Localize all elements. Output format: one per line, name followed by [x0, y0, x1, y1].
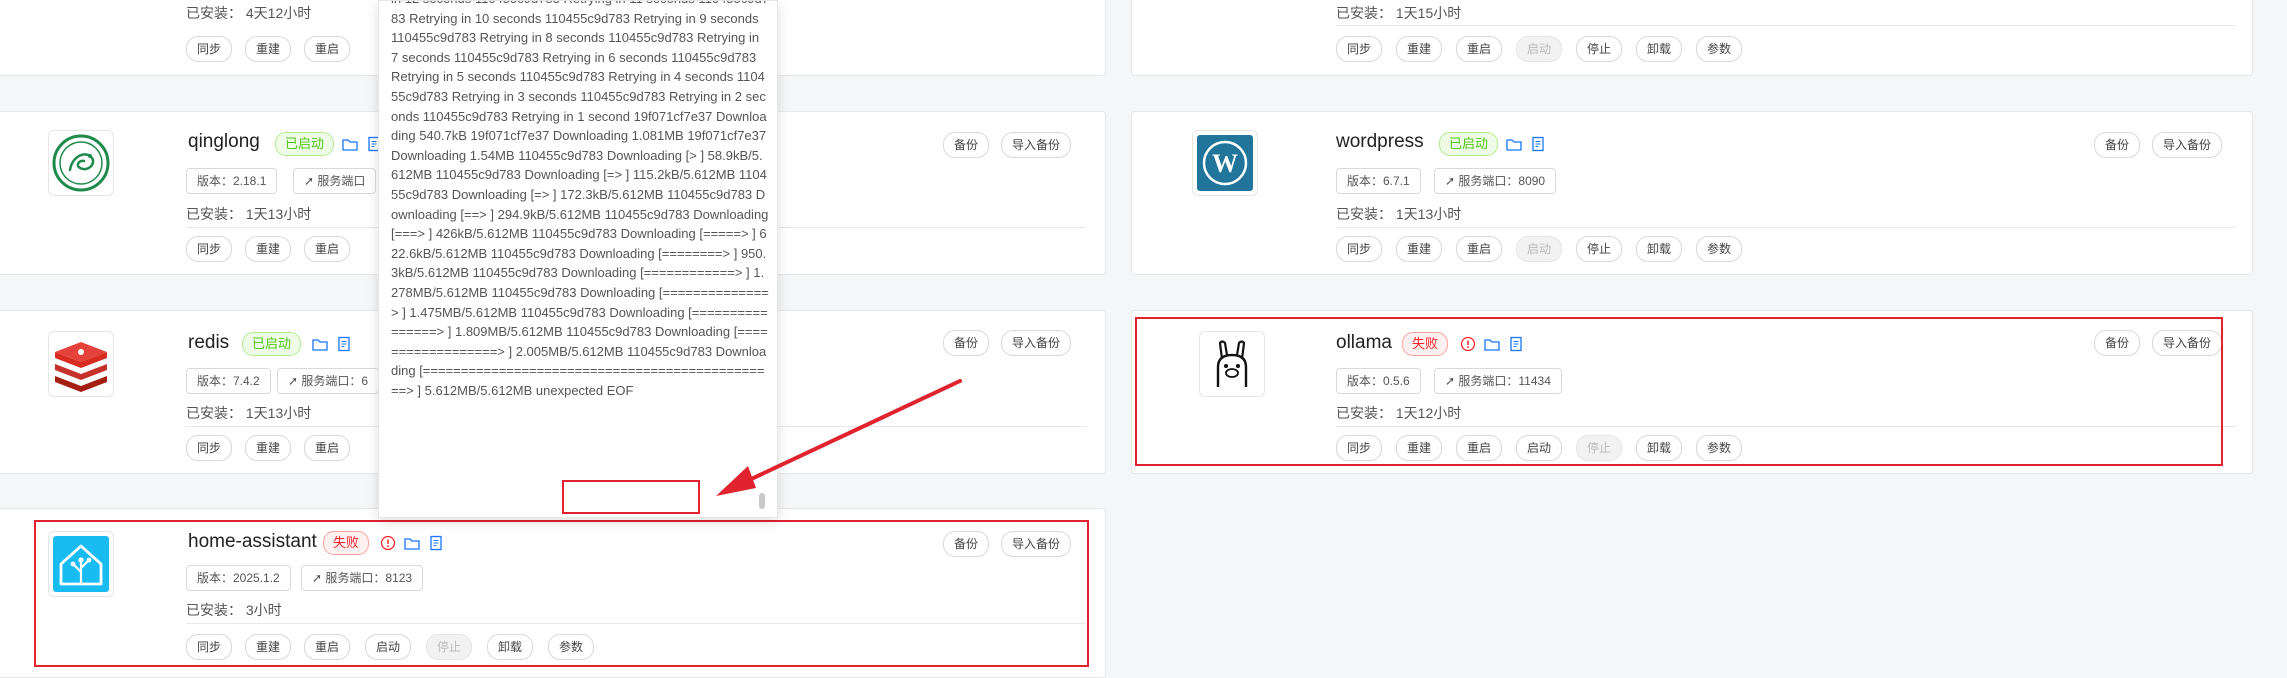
- annotation-arrow: [716, 379, 962, 496]
